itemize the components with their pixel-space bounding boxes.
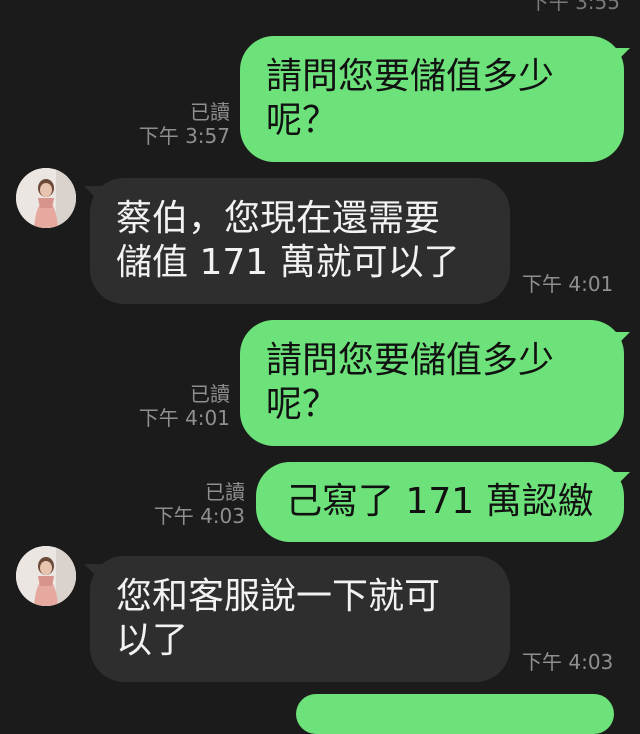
- message-bubble[interactable]: 請問您要儲值多少 呢？: [240, 36, 624, 162]
- message-text-line: 蔡伯，您現在還需要: [116, 198, 441, 239]
- message-time: 下午 4:03: [522, 650, 614, 674]
- message-bubble[interactable]: 己寫了 171 萬認繳: [256, 462, 624, 542]
- message-text-line: 請問您要儲值多少: [266, 340, 555, 381]
- message-time: 下午 3:57: [138, 124, 230, 148]
- message-text-line: 您和客服說一下就可: [116, 576, 441, 617]
- message-time: 下午 4:03: [153, 504, 245, 528]
- message-time: 下午 4:01: [138, 406, 230, 430]
- read-receipt: 已讀: [205, 480, 245, 504]
- contact-avatar[interactable]: [16, 546, 76, 606]
- contact-avatar[interactable]: [16, 168, 76, 228]
- message-text-line: 以了: [116, 620, 189, 661]
- message-time: 下午 4:01: [522, 272, 614, 296]
- avatar-person-icon: [16, 168, 76, 228]
- message-bubble[interactable]: 蔡伯，您現在還需要 儲值 171 萬就可以了: [90, 178, 510, 304]
- message-bubble[interactable]: 請問您要儲值多少 呢？: [240, 320, 624, 446]
- message-meta: 已讀 下午 4:01: [110, 382, 230, 430]
- read-receipt: 已讀: [190, 382, 230, 406]
- message-bubble-partial[interactable]: [296, 694, 614, 734]
- partial-status-time: 下午 3:55: [528, 0, 620, 14]
- message-bubble[interactable]: 您和客服說一下就可 以了: [90, 556, 510, 682]
- message-text-line: 儲值 171 萬就可以了: [116, 242, 460, 283]
- message-meta: 已讀 下午 4:03: [125, 480, 245, 528]
- message-text-line: 請問您要儲值多少: [266, 56, 555, 97]
- avatar-person-icon: [16, 546, 76, 606]
- read-receipt: 已讀: [190, 100, 230, 124]
- message-text-line: 呢？: [266, 100, 339, 141]
- message-text-line: 己寫了 171 萬認繳: [286, 481, 594, 522]
- message-text-line: 呢？: [266, 384, 339, 425]
- message-meta: 已讀 下午 3:57: [110, 100, 230, 148]
